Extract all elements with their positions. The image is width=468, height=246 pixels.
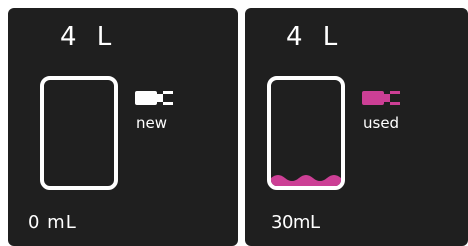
capacity-label: 4 L [60, 22, 118, 52]
bottle-icon [40, 76, 118, 190]
status-label: new [136, 114, 168, 132]
plug-icon [135, 91, 173, 105]
capacity-label: 4 L [286, 22, 344, 52]
bottle-icon [267, 76, 345, 190]
status-label: used [363, 114, 400, 132]
container-panel-new[interactable]: 4 L new 0 mL [8, 8, 238, 246]
plug-icon [362, 91, 400, 105]
liquid-level [271, 175, 341, 186]
volume-readout: 30mL [271, 212, 320, 233]
container-panel-used[interactable]: 4 L used 30mL [245, 8, 468, 246]
volume-readout: 0 mL [28, 212, 77, 233]
